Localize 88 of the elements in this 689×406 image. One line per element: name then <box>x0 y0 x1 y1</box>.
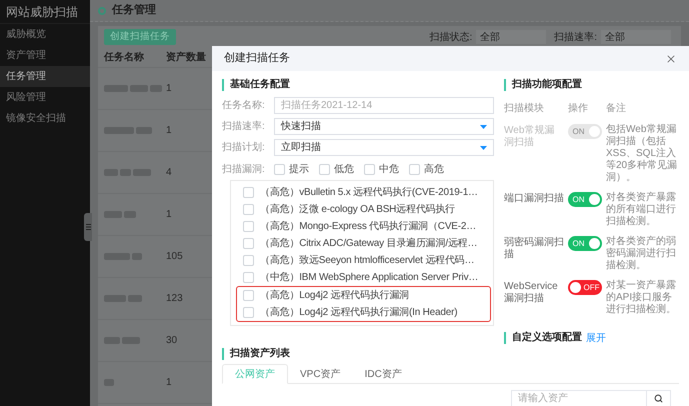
checkbox[interactable] <box>319 164 330 174</box>
checkbox-label: 低危 <box>334 162 354 176</box>
field-label: 扫描计划: <box>222 140 266 155</box>
checkbox[interactable] <box>364 164 375 174</box>
table-cell-text: 30 <box>166 334 178 348</box>
sidebar-item[interactable]: 资产管理 <box>0 45 90 66</box>
section-title: 自定义选项配置 <box>512 332 582 344</box>
filter-select[interactable]: 全部 <box>601 30 671 44</box>
filter-select[interactable]: 全部 <box>476 30 546 44</box>
tab[interactable]: 公网资产 <box>222 364 288 384</box>
app-title: 网站威胁扫描 <box>6 4 78 20</box>
checkbox[interactable] <box>243 187 254 198</box>
checkbox[interactable] <box>243 272 254 283</box>
vulnerability-label: （高危）致远Seeyon htmlofficeservlet 远程代码… <box>260 254 474 266</box>
table-cell-text: 1 <box>166 124 172 138</box>
module-label: 端口漏洞扫描 <box>504 192 565 205</box>
vulnerability-label: （高危）泛微 e-cology OA BSH远程代码执行 <box>260 204 455 216</box>
expand-link[interactable]: 展开 <box>586 330 606 346</box>
column-header: 任务名称 <box>104 50 145 65</box>
table-cell-text: 4 <box>166 166 172 180</box>
checkbox[interactable] <box>243 238 254 249</box>
select-field[interactable]: 快速扫描 <box>274 118 494 135</box>
column-header: 资产数量 <box>166 50 206 65</box>
toggle-switch[interactable]: ON <box>568 236 602 251</box>
toggle-knob <box>570 282 581 293</box>
input-field[interactable]: 扫描任务2021-12-14 <box>274 97 494 114</box>
checkbox[interactable] <box>409 164 420 174</box>
tab[interactable]: VPC资产 <box>288 364 353 384</box>
checkbox[interactable] <box>243 290 254 301</box>
vulnerability-label: （高危）Log4j2 远程代码执行漏洞(In Header) <box>260 306 458 318</box>
toggle-switch[interactable]: ON <box>568 192 602 207</box>
toggle-switch[interactable]: OFF <box>568 280 602 295</box>
column-header: 操作 <box>568 102 589 116</box>
module-label: Web常规漏洞扫描 <box>504 124 556 149</box>
checkbox[interactable] <box>243 204 254 215</box>
section-title: 扫描资产列表 <box>230 348 290 360</box>
table-cell-text: 1 <box>166 82 172 96</box>
checkbox[interactable] <box>274 164 285 174</box>
page-title: 任务管理 <box>112 2 156 18</box>
module-label: WebService漏洞扫描 <box>504 280 559 305</box>
collapse-handle[interactable] <box>84 213 92 241</box>
vulnerability-label: （高危）Mongo-Express 代码执行漏洞（CVE-2… <box>260 220 476 232</box>
close-icon <box>665 52 677 64</box>
close-button[interactable] <box>665 52 677 64</box>
table-cell-text: 1 <box>166 376 172 390</box>
module-note: 包括Web常规漏洞扫描（包括XSS、SQL注入等20多种常见漏洞）。 <box>606 124 678 184</box>
sidebar-item[interactable]: 威胁概览 <box>0 24 90 45</box>
vulnerability-label: （高危）vBulletin 5.x 远程代码执行(CVE-2019-1… <box>260 186 478 198</box>
checkbox-label: 高危 <box>424 162 444 176</box>
field-label: 任务名称: <box>222 99 266 113</box>
search-icon <box>654 394 663 403</box>
toggle-knob <box>589 126 600 137</box>
select-field[interactable]: 立即扫描 <box>274 139 494 156</box>
dialog-title: 创建扫描任务 <box>224 51 291 66</box>
table-cell-text: 1 <box>166 208 172 222</box>
column-header: 扫描模块 <box>504 102 545 116</box>
checkbox-label: 中危 <box>379 162 399 176</box>
filter-label: 扫描状态: <box>429 30 472 44</box>
section-title: 基础任务配置 <box>230 79 290 91</box>
checkbox[interactable] <box>243 221 254 232</box>
module-label: 弱密码漏洞扫描 <box>504 236 565 261</box>
checkbox[interactable] <box>243 307 254 318</box>
module-note: 对各类资产的弱密码漏洞进行扫描检测。 <box>606 236 677 272</box>
filter-label: 扫描速率: <box>554 30 597 44</box>
tab[interactable]: IDC资产 <box>352 364 414 384</box>
sidebar-item[interactable]: 任务管理 <box>0 66 90 87</box>
toggle-knob <box>589 238 600 249</box>
search-field[interactable]: 请输入资产 <box>511 390 647 406</box>
column-header: 备注 <box>606 102 626 116</box>
sidebar-item[interactable]: 风险管理 <box>0 87 90 108</box>
vulnerability-label: （中危）IBM WebSphere Application Server Priv… <box>260 272 478 284</box>
sidebar-item[interactable]: 镜像安全扫描 <box>0 108 90 129</box>
caret-down-icon <box>480 146 487 150</box>
module-note: 对各类资产暴露的所有端口进行扫描检测。 <box>606 192 677 228</box>
caret-down-icon <box>480 124 487 128</box>
checkbox-label: 提示 <box>289 162 309 176</box>
toggle-knob <box>589 194 600 205</box>
vulnerability-label: （高危）Citrix ADC/Gateway 目录遍历漏洞/远程… <box>260 238 478 250</box>
checkbox[interactable] <box>243 255 254 266</box>
field-label: 扫描速率: <box>222 120 266 134</box>
search-button[interactable] <box>647 390 671 406</box>
menu-icon <box>86 224 90 230</box>
section-title: 扫描功能项配置 <box>512 79 582 91</box>
module-note: 对某一资产暴露的API接口服务进行扫描检测。 <box>606 280 677 316</box>
table-cell-text: 123 <box>166 292 183 306</box>
table-cell-text: 105 <box>166 250 183 264</box>
vulnerability-label: （高危）Log4j2 远程代码执行漏洞 <box>260 290 410 302</box>
field-label: 扫描漏洞: <box>222 162 266 176</box>
